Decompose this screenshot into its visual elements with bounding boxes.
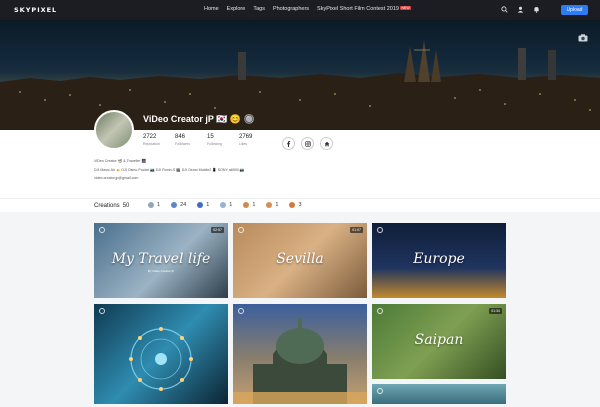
badge-count: 24 (180, 202, 187, 208)
stat-label: Followers (175, 142, 190, 146)
video-card[interactable]: Europe (372, 223, 506, 298)
award-badges: 1 24 1 1 1 1 3 (148, 202, 302, 208)
top-nav: SKYPIXEL Home Explore Tags Photographers… (0, 0, 600, 20)
nav-contest[interactable]: SkyPixel Short Film Contest 2019 NEW (317, 6, 412, 12)
medal-icon (220, 202, 227, 208)
camera-badge-icon (238, 227, 244, 233)
stat-followers[interactable]: 846 Followers (175, 134, 195, 146)
stat-reputation: 2722 Reputation (143, 134, 163, 146)
badge-count: 3 (298, 202, 302, 208)
badge-count: 1 (229, 202, 233, 208)
camera-badge-icon (99, 227, 105, 233)
video-card[interactable] (94, 304, 228, 404)
award-badge[interactable]: 1 (220, 202, 232, 208)
video-title-overlay: Sevilla (276, 251, 324, 267)
video-duration: 01:34 (489, 308, 502, 314)
creations-label: Creations (94, 203, 120, 209)
video-duration: 02:57 (211, 227, 224, 233)
camera-badge-icon (377, 227, 383, 233)
medal-icon (148, 202, 154, 208)
upload-button[interactable]: Upload (561, 5, 588, 15)
skypixel-logo[interactable]: SKYPIXEL (14, 6, 57, 14)
stat-label: Likes (239, 142, 248, 146)
bio-line: ViDeo Creator 📽 & Traveller 🌉 (94, 159, 146, 163)
bell-icon[interactable] (533, 6, 540, 13)
instagram-icon[interactable] (301, 137, 314, 150)
cover-banner (0, 20, 600, 130)
badge-count: 1 (206, 202, 210, 208)
camera-badge-icon (377, 388, 383, 394)
stat-likes: 2769 Likes (239, 134, 259, 146)
stat-value: 2769 (239, 134, 253, 140)
badge-count: 1 (157, 202, 161, 208)
nav-explore[interactable]: Explore (227, 6, 246, 12)
creations-title: Creations 50 (94, 203, 129, 209)
award-badge[interactable]: 1 (197, 202, 209, 208)
stat-label: Reputation (143, 142, 160, 146)
stat-label: Following (207, 142, 222, 146)
video-card[interactable]: 02:57 My Travel life By Video Creator jP (94, 223, 228, 298)
video-title-overlay: Saipan (414, 332, 464, 348)
new-badge: NEW (399, 6, 412, 10)
nav-home[interactable]: Home (204, 6, 219, 12)
stat-value: 846 (175, 134, 186, 140)
stat-following[interactable]: 15 Following (207, 134, 227, 146)
cathedral-graphic (233, 318, 367, 404)
ferris-wheel-graphic (129, 327, 193, 391)
nav-icons (501, 6, 540, 13)
creations-count: 50 (122, 203, 130, 209)
nav-photographers[interactable]: Photographers (273, 6, 309, 12)
camera-badge-icon (377, 308, 383, 314)
award-badge[interactable]: 1 (243, 202, 255, 208)
video-title-overlay: My Travel life (111, 251, 211, 267)
home-icon[interactable] (320, 137, 333, 150)
bio-line: DJI Mavic Air 🚁 DJI Osmo Pocket 📷 DJI Ro… (94, 167, 245, 172)
bio-email[interactable]: video.creator.jp@gmail.com (94, 176, 244, 182)
video-card[interactable]: 01:34 Saipan (372, 304, 506, 379)
medal-icon (243, 202, 250, 208)
medal-icon (171, 202, 178, 208)
video-card[interactable] (233, 304, 367, 404)
camera-icon[interactable] (578, 34, 588, 42)
badge-count: 1 (275, 202, 279, 208)
award-badge[interactable]: 1 (266, 202, 278, 208)
video-subtitle-overlay: By Video Creator jP (147, 269, 175, 273)
city-skyline (0, 40, 600, 130)
search-icon[interactable] (501, 6, 508, 13)
social-links (282, 137, 333, 150)
award-badge[interactable]: 24 (171, 202, 186, 208)
avatar[interactable] (94, 110, 134, 150)
award-badge[interactable]: 1 (148, 202, 160, 208)
stat-value: 2722 (143, 134, 157, 140)
video-duration: 01:07 (350, 227, 363, 233)
profile-stats: 2722 Reputation 846 Followers 15 Following … (143, 134, 259, 146)
award-badge[interactable]: 3 (289, 202, 302, 208)
video-title-overlay: Europe (413, 251, 465, 267)
video-card[interactable]: 01:07 Sevilla (233, 223, 367, 298)
video-card[interactable] (372, 384, 506, 404)
medal-icon (289, 202, 296, 208)
badge-count: 1 (252, 202, 256, 208)
nav-contest-label: SkyPixel Short Film Contest 2019 (317, 6, 399, 12)
nav-tags[interactable]: Tags (253, 6, 265, 12)
medal-icon (197, 202, 204, 208)
facebook-icon[interactable] (282, 137, 295, 150)
nav-links: Home Explore Tags Photographers SkyPixel… (204, 6, 412, 12)
stat-value: 15 (207, 134, 214, 140)
profile-bio: ViDeo Creator 📽 & Traveller 🌉 DJI Mavic … (94, 159, 244, 185)
medal-icon (266, 202, 273, 208)
profile-username: ViDeo Creator jP 🇰🇷 😊 🔘 (143, 114, 255, 124)
user-icon[interactable] (517, 6, 524, 13)
